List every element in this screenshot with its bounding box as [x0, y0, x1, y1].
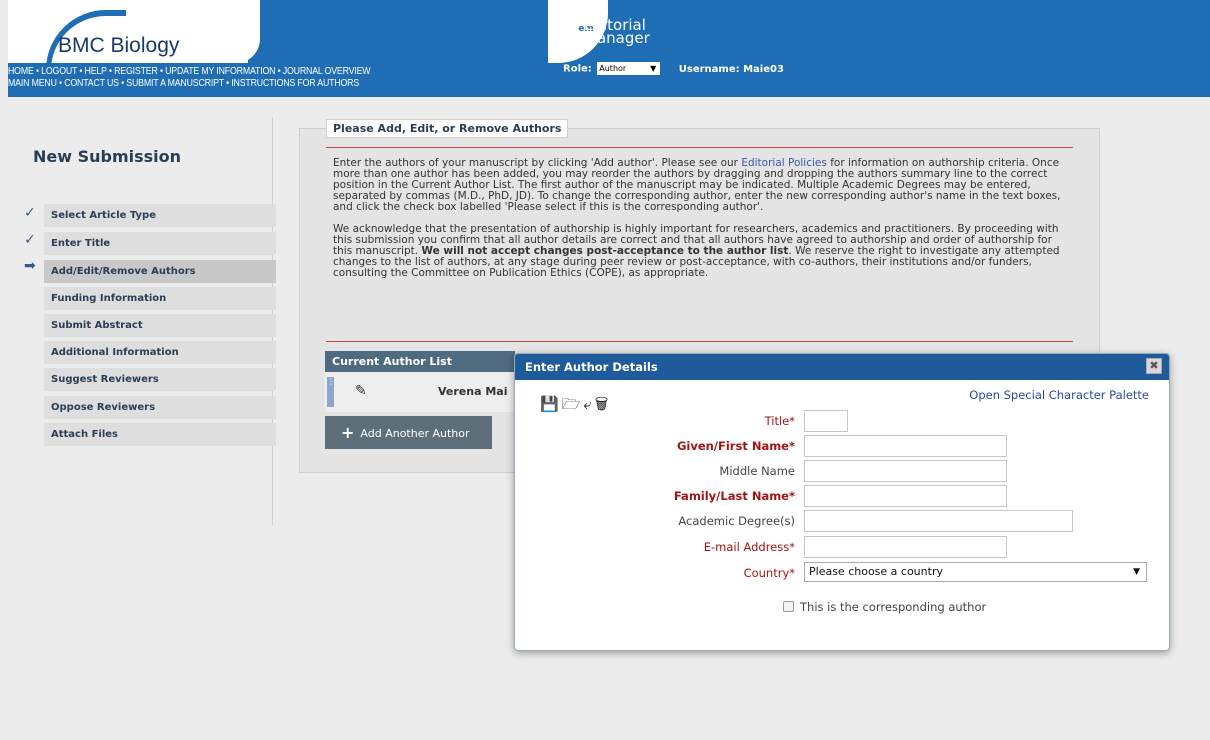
nav-links-row-1[interactable]: HOME • LOGOUT • HELP • REGISTER • UPDATE…	[8, 66, 371, 77]
role-select[interactable]: Author	[597, 62, 661, 75]
family-name-row: Family/Last Name*	[515, 485, 1171, 507]
given-name-row: Given/First Name*	[515, 435, 1171, 457]
journal-name: BMC Biology	[58, 34, 180, 57]
author-list-header: Current Author List	[325, 351, 515, 372]
email-field[interactable]	[804, 536, 1007, 558]
username-label: Username: Maie03	[678, 63, 784, 75]
sidebar-item-add-edit-remove-authors[interactable]: Add/Edit/Remove Authors	[44, 260, 276, 283]
close-icon[interactable]: ✖	[1146, 358, 1162, 374]
arrow-right-icon: ➡	[24, 258, 36, 274]
author-name: Verena Mai	[438, 385, 508, 398]
country-select[interactable]: Please choose a country ▼	[804, 562, 1147, 582]
sidebar-item-enter-title[interactable]: Enter Title	[44, 232, 276, 255]
sidebar-item-attach-files[interactable]: Attach Files	[44, 423, 276, 446]
given-name-field[interactable]	[804, 435, 1007, 457]
role-label: Role:	[563, 63, 592, 75]
email-label: E-mail Address*	[703, 540, 795, 554]
journal-logo[interactable]: BMC Biology	[8, 0, 260, 70]
family-name-field[interactable]	[804, 485, 1007, 507]
title-label: Title*	[764, 414, 795, 428]
header-bar: BMC Biology HOME • LOGOUT • HELP • REGIS…	[8, 0, 1210, 97]
degrees-field[interactable]	[804, 510, 1073, 532]
chevron-down-icon: ▼	[1133, 567, 1140, 577]
current-author-list: Current Author List ⋮ ✎ Verena Mai + Add …	[325, 351, 515, 449]
given-name-label: Given/First Name*	[676, 439, 795, 453]
instructions-text: Enter the authors of your manuscript by …	[333, 157, 1061, 279]
sidebar-item-funding-information[interactable]: Funding Information	[44, 287, 276, 310]
title-field[interactable]	[804, 410, 848, 432]
list-item[interactable]: ⋮ ✎ Verena Mai	[325, 372, 515, 412]
page-title: New Submission	[33, 147, 182, 166]
middle-name-row: Middle Name	[515, 460, 1171, 482]
country-row: Country* Please choose a country ▼	[515, 562, 1171, 584]
role-area: Role: Author Username: Maie03	[563, 62, 784, 75]
editorial-manager-logo: Editorial Manager	[584, 16, 650, 47]
corresponding-author-checkbox[interactable]	[783, 601, 794, 612]
country-label: Country*	[743, 566, 795, 580]
sidebar-item-oppose-reviewers[interactable]: Oppose Reviewers	[44, 396, 276, 419]
dialog-title: Enter Author Details ✖	[515, 354, 1169, 380]
check-icon: ✓	[24, 205, 36, 221]
divider	[326, 147, 1073, 148]
degrees-label: Academic Degree(s)	[678, 514, 795, 528]
sidebar-item-select-article-type[interactable]: Select Article Type	[44, 204, 276, 227]
drag-handle-icon[interactable]: ⋮	[327, 377, 335, 407]
sidebar-item-suggest-reviewers[interactable]: Suggest Reviewers	[44, 368, 276, 391]
degrees-row: Academic Degree(s)	[515, 510, 1171, 532]
sidebar-item-additional-information[interactable]: Additional Information	[44, 341, 276, 364]
divider	[326, 341, 1073, 342]
middle-name-field[interactable]	[804, 460, 1007, 482]
plus-icon: +	[341, 423, 355, 442]
sidebar-item-submit-abstract[interactable]: Submit Abstract	[44, 314, 276, 337]
family-name-label: Family/Last Name*	[673, 489, 795, 503]
middle-name-label: Middle Name	[719, 464, 795, 478]
corresponding-author-label: This is the corresponding author	[800, 600, 987, 614]
section-title: Please Add, Edit, or Remove Authors	[326, 119, 569, 138]
title-row: Title*	[515, 410, 1171, 432]
nav-links-row-2[interactable]: MAIN MENU • CONTACT US • SUBMIT A MANUSC…	[8, 78, 359, 89]
author-details-dialog: Enter Author Details ✖ 💾🗁⤶🗑 Open Special…	[514, 353, 1170, 651]
special-character-palette-link[interactable]: Open Special Character Palette	[969, 388, 1149, 402]
corresponding-author-row: This is the corresponding author	[783, 600, 986, 614]
add-author-button[interactable]: + Add Another Author	[325, 416, 492, 449]
check-icon: ✓	[24, 232, 36, 248]
email-row: E-mail Address*	[515, 536, 1171, 558]
pencil-icon[interactable]: ✎	[355, 383, 367, 399]
